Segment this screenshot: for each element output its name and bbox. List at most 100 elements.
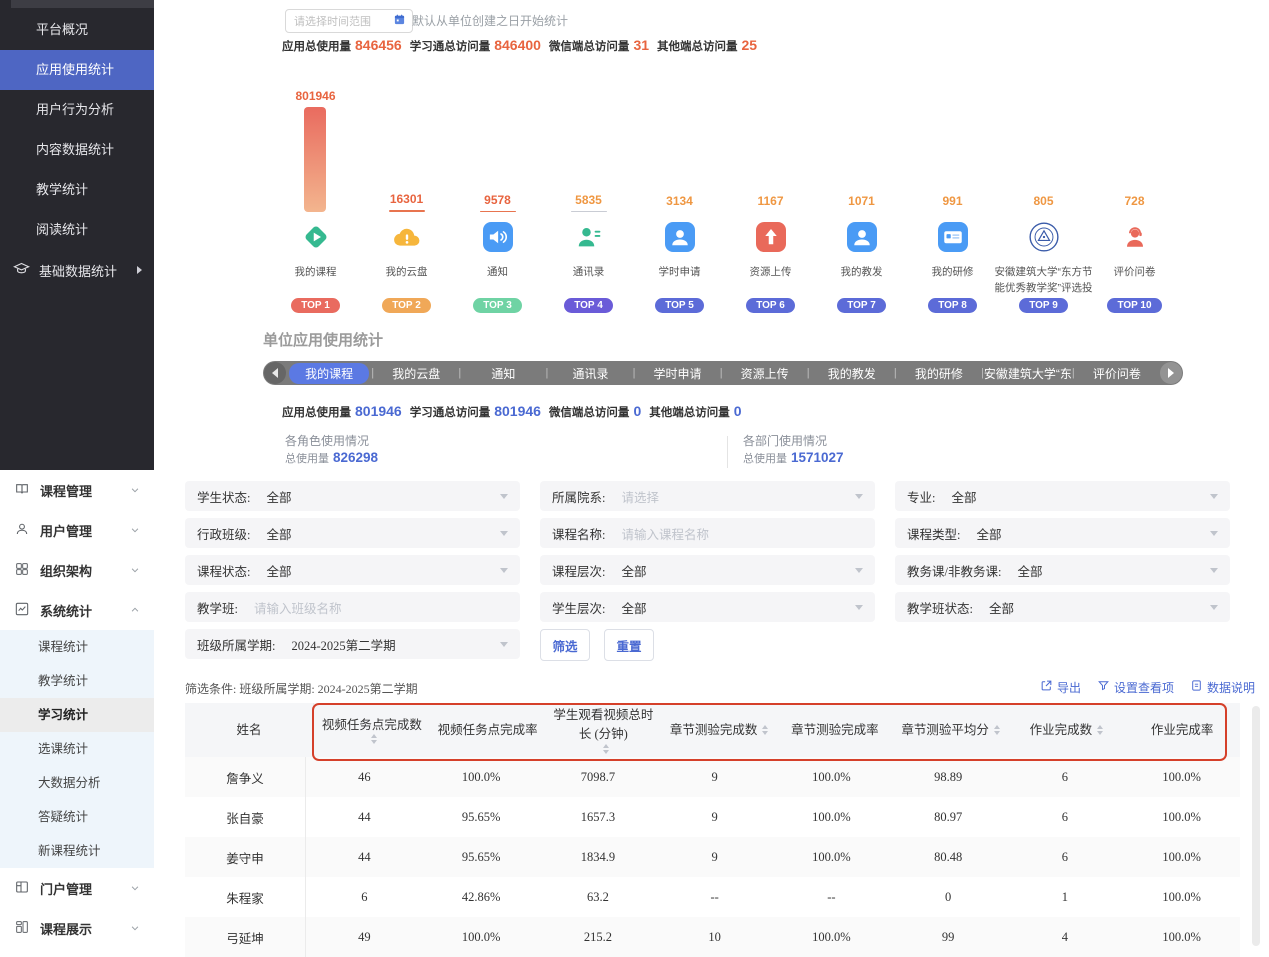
top-badge: TOP 3 — [473, 298, 522, 313]
sidebar-item-基础数据统计[interactable]: 基础数据统计 — [0, 250, 154, 290]
top-apps-bar-chart: 801946 我的课程 TOP 1 16301 我的云盘 TOP 2 9578 … — [270, 88, 1182, 313]
app-rank-9[interactable]: 805 安徽建筑大学“东方节能优秀教学奖”评选投票 TOP 9 — [998, 88, 1089, 313]
filter-课程名称:[interactable]: 课程名称: 请输入课程名称 — [540, 518, 875, 548]
table-row[interactable]: 张自豪4495.65%1657.39100.0%80.976100.0% — [185, 797, 1240, 837]
top-badge: TOP 2 — [382, 298, 431, 313]
filter-课程类型:[interactable]: 课程类型: 全部 — [895, 518, 1230, 548]
app-rank-4[interactable]: 5835 通讯录 TOP 4 — [543, 88, 634, 313]
filter-button[interactable]: 筛选 — [540, 629, 590, 661]
sidebar-item-组织架构[interactable]: 组织架构 — [0, 550, 154, 590]
filter-班级所属学期:[interactable]: 班级所属学期: 2024-2025第二学期 — [185, 629, 520, 659]
sidebar-item-课程展示[interactable]: 课程展示 — [0, 908, 154, 948]
top-badge: TOP 8 — [928, 298, 977, 313]
submenu-item-课程统计[interactable]: 课程统计 — [0, 630, 154, 664]
app-rank-5[interactable]: 3134 学时申请 TOP 5 — [634, 88, 725, 313]
col-学生观看视频总时长 (分钟)[interactable]: 学生观看视频总时长 (分钟) — [546, 706, 662, 754]
filter-学生层次:[interactable]: 学生层次: 全部 — [540, 592, 875, 622]
col-章节测验完成数[interactable]: 章节测验完成数 — [661, 721, 777, 740]
dropdown-arrow-icon — [1210, 494, 1218, 499]
sidebar-item-内容数据统计[interactable]: 内容数据统计 — [0, 130, 154, 170]
filter-课程层次:[interactable]: 课程层次: 全部 — [540, 555, 875, 585]
app-rank-6[interactable]: 1167 资源上传 TOP 6 — [725, 88, 816, 313]
sort-icon[interactable] — [762, 725, 768, 735]
filter-教务课/非教务课:[interactable]: 教务课/非教务课: 全部 — [895, 555, 1230, 585]
sidebar-item-门户管理[interactable]: 门户管理 — [0, 868, 154, 908]
submenu-item-选课统计[interactable]: 选课统计 — [0, 732, 154, 766]
sidebar-item-用户管理[interactable]: 用户管理 — [0, 510, 154, 550]
tab-资源上传[interactable]: 资源上传 — [723, 365, 807, 382]
app-label: 通知 — [449, 264, 547, 292]
app-rank-2[interactable]: 16301 我的云盘 TOP 2 — [361, 88, 452, 313]
filter-学生状态:[interactable]: 学生状态: 全部 — [185, 481, 520, 511]
unit-section-title: 单位应用使用统计 — [263, 329, 383, 350]
sidebar-item-阅读统计[interactable]: 阅读统计 — [0, 210, 154, 250]
table-row[interactable]: 弓延坤49100.0%215.210100.0%994100.0% — [185, 917, 1240, 957]
submenu-item-新课程统计[interactable]: 新课程统计 — [0, 834, 154, 868]
submenu-item-教学统计[interactable]: 教学统计 — [0, 664, 154, 698]
person-sq-icon — [665, 220, 695, 254]
filter-教学班:[interactable]: 教学班: 请输入班级名称 — [185, 592, 520, 622]
sidebar-item-平台概况[interactable]: 平台概况 — [0, 10, 154, 50]
col-章节测验平均分[interactable]: 章节测验平均分 — [893, 721, 1009, 740]
sidebar-item-教学统计[interactable]: 教学统计 — [0, 170, 154, 210]
tab-我的课程[interactable]: 我的课程 — [287, 363, 371, 384]
filter-教学班状态:[interactable]: 教学班状态: 全部 — [895, 592, 1230, 622]
table-row[interactable]: 詹争义46100.0%7098.79100.0%98.896100.0% — [185, 757, 1240, 797]
app-rank-8[interactable]: 991 我的研修 TOP 8 — [907, 88, 998, 313]
submenu-arrow-icon — [137, 266, 142, 274]
sidebar-item-课程管理[interactable]: 课程管理 — [0, 470, 154, 510]
action-设置查看项[interactable]: 设置查看项 — [1097, 679, 1174, 696]
table-scrollbar[interactable] — [1252, 706, 1260, 946]
app-value: 9578 — [484, 193, 511, 207]
app-value: 991 — [942, 194, 962, 208]
app-label: 资源上传 — [722, 264, 820, 292]
dept-usage-total-value: 1571027 — [791, 450, 844, 465]
sidebar-dark: 平台概况应用使用统计用户行为分析内容数据统计教学统计阅读统计 基础数据统计 — [0, 0, 154, 470]
sort-icon[interactable] — [603, 744, 609, 754]
sort-icon[interactable] — [1097, 725, 1103, 735]
tab-我的研修[interactable]: 我的研修 — [897, 365, 981, 382]
id-card-icon — [938, 220, 968, 254]
role-usage-total: 总使用量826298 — [285, 450, 378, 466]
filter-行政班级:[interactable]: 行政班级: 全部 — [185, 518, 520, 548]
sort-icon[interactable] — [994, 725, 1000, 735]
dropdown-arrow-icon — [855, 605, 863, 610]
filter-课程状态:[interactable]: 课程状态: 全部 — [185, 555, 520, 585]
filter-所属院系:[interactable]: 所属院系: 请选择 — [540, 481, 875, 511]
col-作业完成数[interactable]: 作业完成数 — [1009, 721, 1125, 740]
app-rank-3[interactable]: 9578 通知 TOP 3 — [452, 88, 543, 313]
sidebar-item-系统统计[interactable]: 系统统计 — [0, 590, 154, 630]
app-rank-10[interactable]: 728 评价问卷 TOP 10 — [1089, 88, 1180, 313]
sidebar-item-用户行为分析[interactable]: 用户行为分析 — [0, 90, 154, 130]
tab-评价问卷[interactable]: 评价问卷 — [1075, 365, 1159, 382]
sidebar-item-应用使用统计[interactable]: 应用使用统计 — [0, 50, 154, 90]
stat-微信端总访问量: 微信端总访问量0 — [549, 403, 641, 420]
col-视频任务点完成数[interactable]: 视频任务点完成数 — [314, 716, 430, 745]
app-rank-1[interactable]: 801946 我的课程 TOP 1 — [270, 88, 361, 313]
tab-通知[interactable]: 通知 — [461, 365, 545, 382]
dropdown-arrow-icon — [1210, 605, 1218, 610]
tab-我的云盘[interactable]: 我的云盘 — [374, 365, 458, 382]
filter-专业:[interactable]: 专业: 全部 — [895, 481, 1230, 511]
tab-我的教发[interactable]: 我的教发 — [810, 365, 894, 382]
action-导出[interactable]: 导出 — [1040, 679, 1081, 696]
date-range-input[interactable]: 请选择时间范围 — [285, 9, 413, 33]
top-badge: TOP 1 — [291, 298, 340, 313]
app-rank-7[interactable]: 1071 我的教发 TOP 7 — [816, 88, 907, 313]
tab-通讯录[interactable]: 通讯录 — [548, 365, 632, 382]
panel-divider — [727, 436, 728, 468]
tab-学时申请[interactable]: 学时申请 — [635, 365, 719, 382]
reset-button[interactable]: 重置 — [604, 629, 654, 661]
col-视频任务点完成率: 视频任务点完成率 — [430, 721, 546, 740]
tab-安徽建筑大学“东[interactable]: 安徽建筑大学“东 — [984, 365, 1072, 382]
sort-icon[interactable] — [371, 734, 377, 744]
dropdown-arrow-icon — [500, 494, 508, 499]
table-row[interactable]: 朱程家642.86%63.2----01100.0% — [185, 877, 1240, 917]
action-数据说明[interactable]: 数据说明 — [1190, 679, 1255, 696]
submenu-item-学习统计[interactable]: 学习统计 — [0, 698, 154, 732]
table-row[interactable]: 姜守申4495.65%1834.99100.0%80.486100.0% — [185, 837, 1240, 877]
tab-scroll-right-button[interactable] — [1160, 362, 1182, 384]
submenu-item-答疑统计[interactable]: 答疑统计 — [0, 800, 154, 834]
tab-scroll-left-button[interactable] — [264, 362, 286, 384]
submenu-item-大数据分析[interactable]: 大数据分析 — [0, 766, 154, 800]
